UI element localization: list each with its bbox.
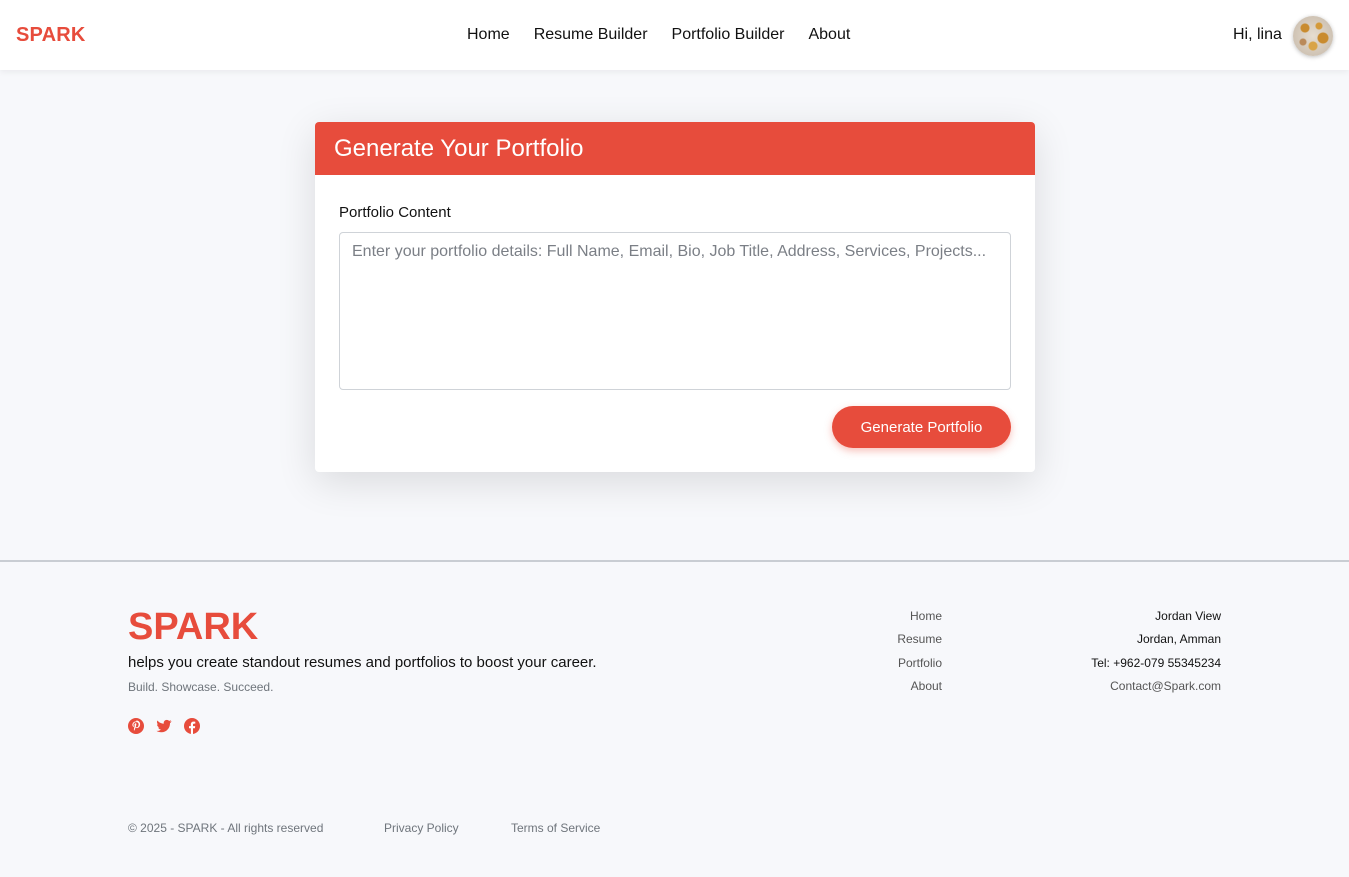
nav-portfolio-builder[interactable]: Portfolio Builder <box>672 26 785 44</box>
main-nav: Home Resume Builder Portfolio Builder Ab… <box>455 26 850 44</box>
copyright-text: © 2025 - SPARK - All rights reserved <box>128 821 324 835</box>
avatar[interactable] <box>1293 16 1333 56</box>
contact-line-2: Jordan, Amman <box>1136 632 1221 647</box>
footer-link-resume[interactable]: Resume <box>820 632 942 655</box>
contact-email[interactable]: Contact@Spark.com <box>1020 679 1221 702</box>
footer-divider <box>0 560 1349 562</box>
privacy-policy-link[interactable]: Privacy Policy <box>384 821 511 835</box>
nav-resume-builder[interactable]: Resume Builder <box>534 26 648 44</box>
top-header: SPARK Home Resume Builder Portfolio Buil… <box>0 0 1349 70</box>
contact-phone: Tel: +962-079 55345234 <box>1091 655 1221 670</box>
footer-link-portfolio[interactable]: Portfolio <box>820 656 942 679</box>
footer-motto: Build. Showcase. Succeed. <box>128 680 274 694</box>
footer-links: Home Resume Portfolio About <box>820 609 942 702</box>
pinterest-icon[interactable] <box>128 718 144 734</box>
footer-link-home[interactable]: Home <box>820 609 942 632</box>
nav-about[interactable]: About <box>808 26 850 44</box>
footer-bottom: © 2025 - SPARK - All rights reserved Pri… <box>128 821 600 835</box>
portfolio-content-input[interactable] <box>339 232 1011 390</box>
facebook-icon[interactable] <box>184 718 200 734</box>
portfolio-card: Generate Your Portfolio Portfolio Conten… <box>315 122 1035 472</box>
brand-logo[interactable]: SPARK <box>16 24 86 47</box>
contact-line-1: Jordan View <box>1155 609 1221 623</box>
portfolio-content-label: Portfolio Content <box>339 204 451 221</box>
card-title: Generate Your Portfolio <box>315 122 1035 175</box>
generate-portfolio-button[interactable]: Generate Portfolio <box>832 406 1011 448</box>
footer-contact: Jordan View Jordan, Amman Tel: +962-079 … <box>1020 609 1221 702</box>
footer-tagline: helps you create standout resumes and po… <box>128 654 597 671</box>
nav-home[interactable]: Home <box>467 26 510 44</box>
social-links <box>128 718 200 734</box>
footer-link-about[interactable]: About <box>820 679 942 702</box>
footer-brand: SPARK <box>128 606 259 648</box>
twitter-icon[interactable] <box>156 718 172 734</box>
user-greeting: Hi, lina <box>1233 26 1282 43</box>
terms-of-service-link[interactable]: Terms of Service <box>511 821 600 835</box>
